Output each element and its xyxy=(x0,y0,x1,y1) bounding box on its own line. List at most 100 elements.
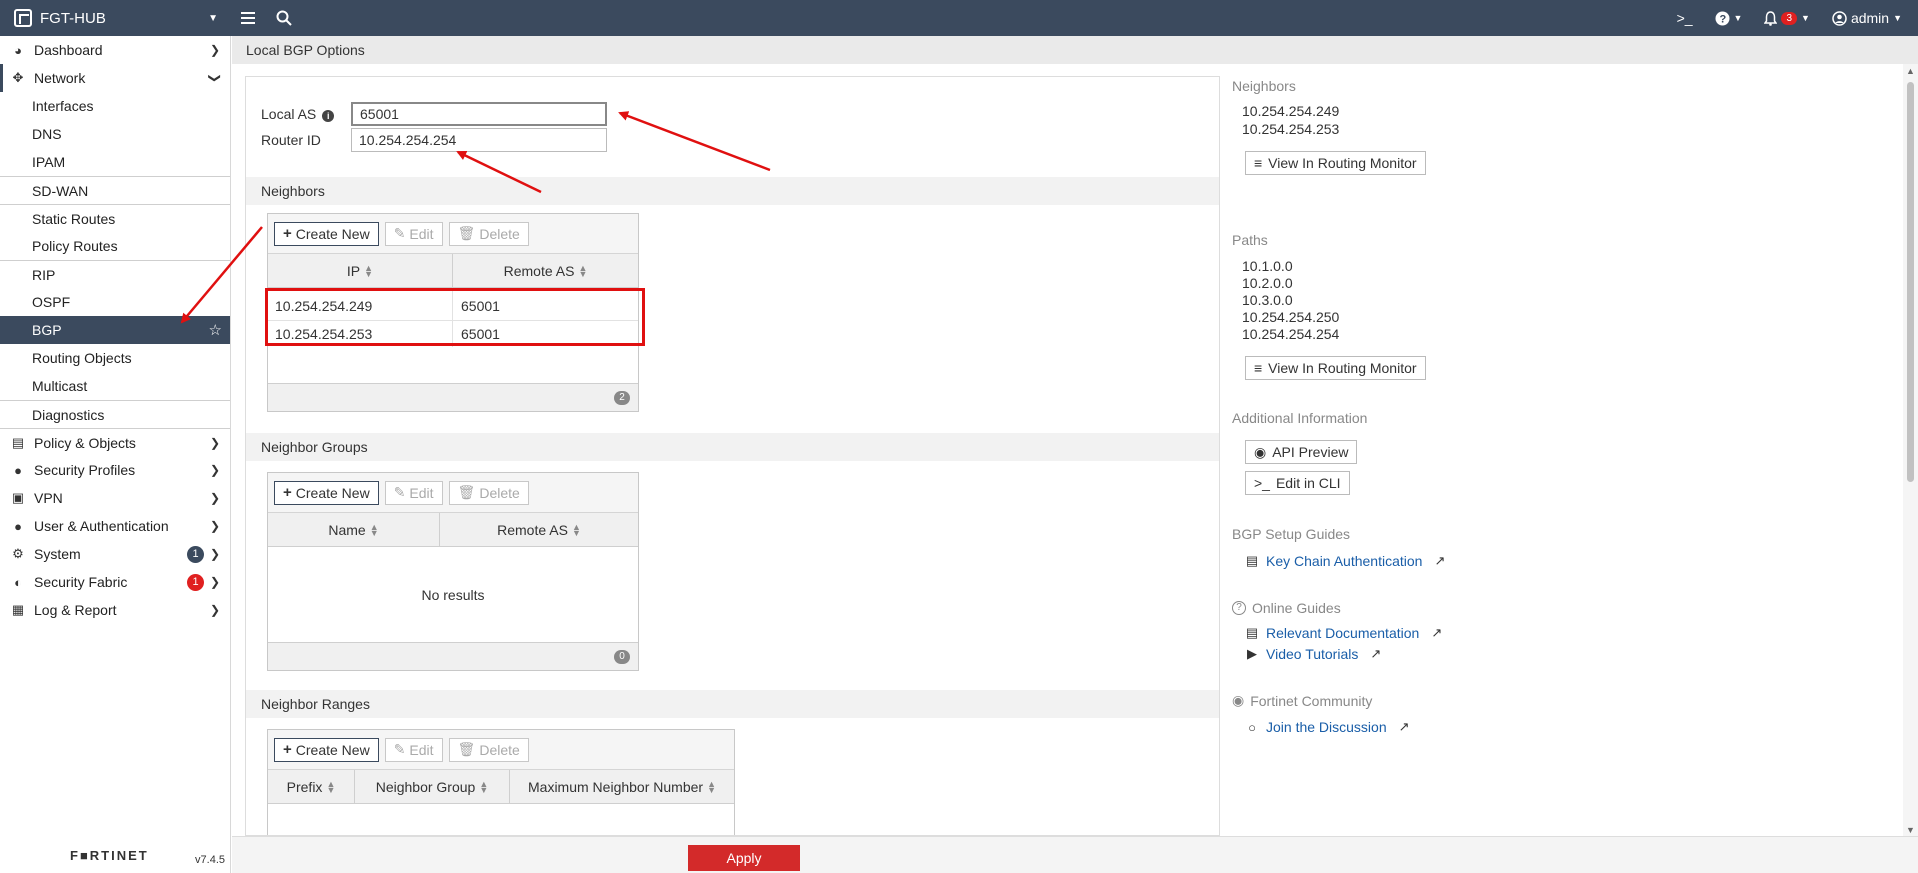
sidebar-item-sd-wan[interactable]: SD-WAN xyxy=(0,176,230,204)
search-button[interactable] xyxy=(266,0,302,36)
security-fabric-count-badge: 1 xyxy=(187,573,204,591)
sidebar-item-static-routes[interactable]: Static Routes xyxy=(0,204,230,232)
column-header-remote-as[interactable]: Remote AS ▲ ▼ xyxy=(453,254,638,287)
sidebar-item-routing-objects[interactable]: Routing Objects xyxy=(0,344,230,372)
create-new-button[interactable]: + Create New xyxy=(274,737,379,762)
sidebar-item-label: Policy & Objects xyxy=(34,434,136,451)
external-link-icon: ↗ xyxy=(1370,646,1382,661)
table-footer: 0 xyxy=(268,642,638,670)
button-label: API Preview xyxy=(1272,444,1349,460)
router-id-input[interactable] xyxy=(351,128,607,152)
scroll-up-icon[interactable]: ▲ xyxy=(1906,66,1915,76)
plus-icon: + xyxy=(283,484,292,501)
menu-toggle-button[interactable] xyxy=(230,0,266,36)
local-as-label: Local AS i xyxy=(261,106,351,122)
column-header-remote-as[interactable]: Remote AS ▲ ▼ xyxy=(440,513,638,546)
link-text: Key Chain Authentication xyxy=(1266,553,1423,569)
relevant-documentation-link[interactable]: ▤ Relevant Documentation ↗ xyxy=(1244,625,1442,641)
chevron-right-icon: ❯ xyxy=(209,435,220,450)
view-routing-monitor-button[interactable]: ≡ View In Routing Monitor xyxy=(1245,356,1426,380)
user-menu[interactable]: admin ▼ xyxy=(1832,10,1902,26)
edit-in-cli-button[interactable]: >_ Edit in CLI xyxy=(1245,471,1350,495)
sidebar-item-bgp[interactable]: BGP ☆ xyxy=(0,316,230,344)
create-new-button[interactable]: + Create New xyxy=(274,480,379,505)
gear-icon: ⚙ xyxy=(12,546,24,561)
cli-console-button[interactable]: >_ xyxy=(1677,10,1693,26)
create-new-button[interactable]: + Create New xyxy=(274,221,379,246)
sidebar-item-interfaces[interactable]: Interfaces xyxy=(0,92,230,120)
sidebar-item-label: Security Profiles xyxy=(34,462,136,478)
chevron-down-icon: ▼ xyxy=(208,12,218,24)
sidebar-item-dns[interactable]: DNS xyxy=(0,120,230,148)
delete-button[interactable]: 🗑 Delete xyxy=(448,737,529,762)
sidebar-item-dashboard[interactable]: ◕ Dashboard ❯ xyxy=(0,36,230,64)
delete-button[interactable]: 🗑 Delete xyxy=(448,480,529,505)
sidebar-item-vpn[interactable]: ▣ VPN ❯ xyxy=(0,484,230,512)
sidebar-item-diagnostics[interactable]: Diagnostics xyxy=(0,400,230,428)
column-header-neighbor-group[interactable]: Neighbor Group ▲ ▼ xyxy=(355,770,510,803)
sidebar-footer: F■RTINET v7.4.5 xyxy=(0,837,231,873)
join-discussion-link[interactable]: ○ Join the Discussion ↗ xyxy=(1244,719,1409,735)
sidebar-item-label: VPN xyxy=(34,490,63,506)
sidebar-item-user-authentication[interactable]: ● User & Authentication ❯ xyxy=(0,512,230,540)
column-label: Name xyxy=(328,521,366,538)
column-header-max-neighbor[interactable]: Maximum Neighbor Number ▲ ▼ xyxy=(510,770,734,803)
apply-button[interactable]: Apply xyxy=(688,845,800,871)
sidebar-item-system[interactable]: ⚙ System 1 ❯ xyxy=(0,540,230,568)
sidebar-item-label: RIP xyxy=(32,266,56,283)
sidebar-item-policy-routes[interactable]: Policy Routes xyxy=(0,232,230,260)
notification-count-badge: 3 xyxy=(1781,11,1798,25)
sidebar-item-network[interactable]: ✥ Network ❯ xyxy=(0,64,230,92)
heading-text: Online Guides xyxy=(1252,600,1341,616)
notifications-button[interactable]: 3 ▼ xyxy=(1764,10,1810,26)
column-label: Maximum Neighbor Number xyxy=(528,778,704,795)
fortigate-icon xyxy=(14,9,32,27)
column-header-name[interactable]: Name ▲ ▼ xyxy=(268,513,440,546)
page-title: Local BGP Options xyxy=(232,36,1918,64)
help-button[interactable]: ? ▼ xyxy=(1715,11,1742,26)
device-selector[interactable]: FGT-HUB ▼ xyxy=(0,0,230,36)
heading-text: Paths xyxy=(1232,232,1268,248)
vertical-scrollbar[interactable]: ▲ ▼ xyxy=(1903,64,1918,837)
sidebar-item-rip[interactable]: RIP xyxy=(0,260,230,288)
button-label: Delete xyxy=(479,225,520,242)
column-header-ip[interactable]: IP ▲ ▼ xyxy=(268,254,453,287)
path-item: 10.3.0.0 xyxy=(1242,292,1293,308)
chevron-right-icon: ❯ xyxy=(209,43,220,57)
sidebar-item-label: Network xyxy=(34,70,86,86)
delete-button[interactable]: 🗑 Delete xyxy=(448,221,529,246)
scrollbar-thumb[interactable] xyxy=(1907,82,1914,482)
sidebar-item-security-fabric[interactable]: ◐ Security Fabric 1 ❯ xyxy=(0,568,230,596)
button-label: Create New xyxy=(295,741,370,758)
edit-button[interactable]: ✎ Edit xyxy=(384,480,443,505)
local-as-input[interactable] xyxy=(351,102,607,126)
sidebar-item-label: System xyxy=(34,546,81,562)
neighbor-groups-table: + Create New ✎ Edit 🗑 Delete Name ▲ ▼ Remote … xyxy=(267,472,639,671)
scroll-down-icon[interactable]: ▼ xyxy=(1906,825,1915,835)
external-link-icon: ↗ xyxy=(1434,553,1446,568)
video-tutorials-link[interactable]: ▶ Video Tutorials ↗ xyxy=(1244,646,1381,662)
lock-icon: ● xyxy=(14,462,22,478)
sidebar-item-ipam[interactable]: IPAM xyxy=(0,148,230,176)
main-form: Local ASi Router ID Neighbors +Create Ne… xyxy=(245,76,1220,836)
column-header-prefix[interactable]: Prefix ▲ ▼ xyxy=(268,770,355,803)
heading-text: Additional Information xyxy=(1232,410,1368,426)
key-chain-authentication-link[interactable]: ▤ Key Chain Authentication ↗ xyxy=(1244,553,1446,569)
chevron-right-icon: ❯ xyxy=(209,519,220,533)
edit-button[interactable]: ✎ Edit xyxy=(384,221,443,246)
sidebar-item-label: Diagnostics xyxy=(32,406,105,423)
fabric-icon: ◐ xyxy=(14,574,22,590)
view-routing-monitor-button[interactable]: ≡ View In Routing Monitor xyxy=(1245,151,1426,175)
sidebar-item-security-profiles[interactable]: ● Security Profiles ❯ xyxy=(0,456,230,484)
sidebar-item-log-report[interactable]: ▦ Log & Report ❯ xyxy=(0,596,230,624)
sidebar-item-policy-objects[interactable]: ▤ Policy & Objects ❯ xyxy=(0,428,230,456)
edit-button[interactable]: ✎ Edit xyxy=(384,737,443,762)
sidebar-item-ospf[interactable]: OSPF xyxy=(0,288,230,316)
sidebar-item-multicast[interactable]: Multicast xyxy=(0,372,230,400)
button-label: Create New xyxy=(295,484,370,501)
star-icon[interactable]: ☆ xyxy=(209,321,222,339)
help-icon: ? xyxy=(1715,11,1730,25)
no-results-text: No results xyxy=(421,586,485,603)
api-preview-button[interactable]: ◉ API Preview xyxy=(1245,440,1358,464)
table-toolbar: + Create New ✎ Edit 🗑 Delete xyxy=(268,473,638,513)
